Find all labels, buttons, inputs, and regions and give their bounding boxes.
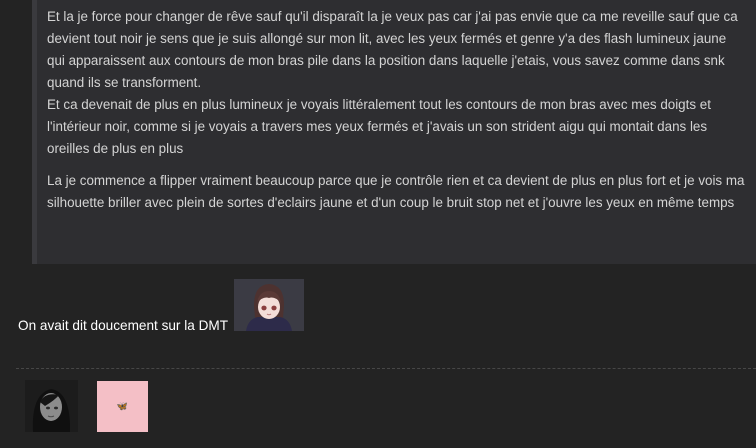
quote-paragraph-2: Et ca devenait de plus en plus lumineux … (47, 97, 711, 156)
butterfly-icon: 🦋 (116, 401, 129, 412)
forum-post: Et la je force pour changer de rêve sauf… (0, 0, 756, 448)
quote-paragraph-3: La je commence a flipper vraiment beauco… (47, 173, 745, 210)
butterfly-thumbnail[interactable]: 🦋 (97, 381, 148, 432)
anime-girl-sticker[interactable] (234, 279, 304, 331)
quote-paragraph-1: Et la je force pour changer de rêve sauf… (47, 9, 738, 90)
divider (16, 368, 756, 369)
user-avatar[interactable] (25, 380, 78, 432)
reply-text: On avait dit doucement sur la DMT (18, 318, 229, 333)
avatar-image (25, 380, 78, 432)
quote-text: Et la je force pour changer de rêve sauf… (47, 6, 747, 214)
anime-girl-sticker-image (234, 279, 304, 331)
